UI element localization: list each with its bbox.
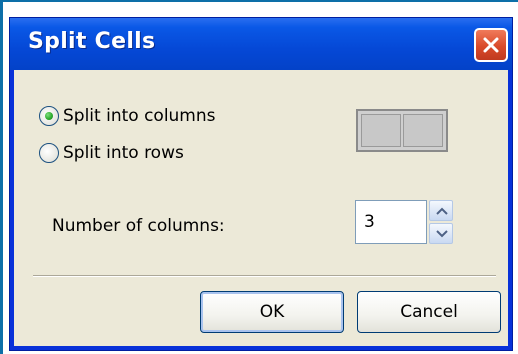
split-cells-dialog: Split Cells Split into columns Split int… [9, 17, 513, 351]
split-columns-preview-icon [356, 109, 448, 152]
split-rows-option[interactable]: Split into rows [39, 143, 259, 167]
split-rows-label[interactable]: Split into rows [63, 143, 184, 163]
split-columns-radio[interactable] [39, 106, 59, 126]
dialog-title: Split Cells [28, 29, 156, 54]
number-of-columns-label: Number of columns: [52, 216, 225, 236]
spin-up-button[interactable] [429, 200, 453, 221]
preview-cell [361, 114, 401, 147]
chevron-up-icon [436, 207, 448, 215]
page-left-border [0, 0, 3, 354]
split-rows-radio[interactable] [39, 143, 59, 163]
split-columns-option[interactable]: Split into columns [39, 106, 279, 130]
ok-button[interactable]: OK [200, 291, 344, 333]
cancel-button[interactable]: Cancel [357, 291, 501, 333]
split-columns-label[interactable]: Split into columns [63, 106, 216, 126]
dialog-body: Split into columns Split into rows Numbe… [14, 70, 508, 346]
preview-cell [403, 114, 443, 147]
separator-line [33, 275, 496, 277]
chevron-down-icon [436, 230, 448, 238]
page-top-border [0, 0, 518, 2]
spin-down-button[interactable] [429, 223, 453, 244]
title-bar: Split Cells [10, 18, 512, 70]
close-button[interactable] [474, 28, 508, 62]
radio-selected-dot [45, 112, 53, 120]
close-icon [483, 37, 499, 53]
number-spinner [429, 200, 453, 244]
number-of-columns-input[interactable]: 3 [355, 200, 427, 244]
